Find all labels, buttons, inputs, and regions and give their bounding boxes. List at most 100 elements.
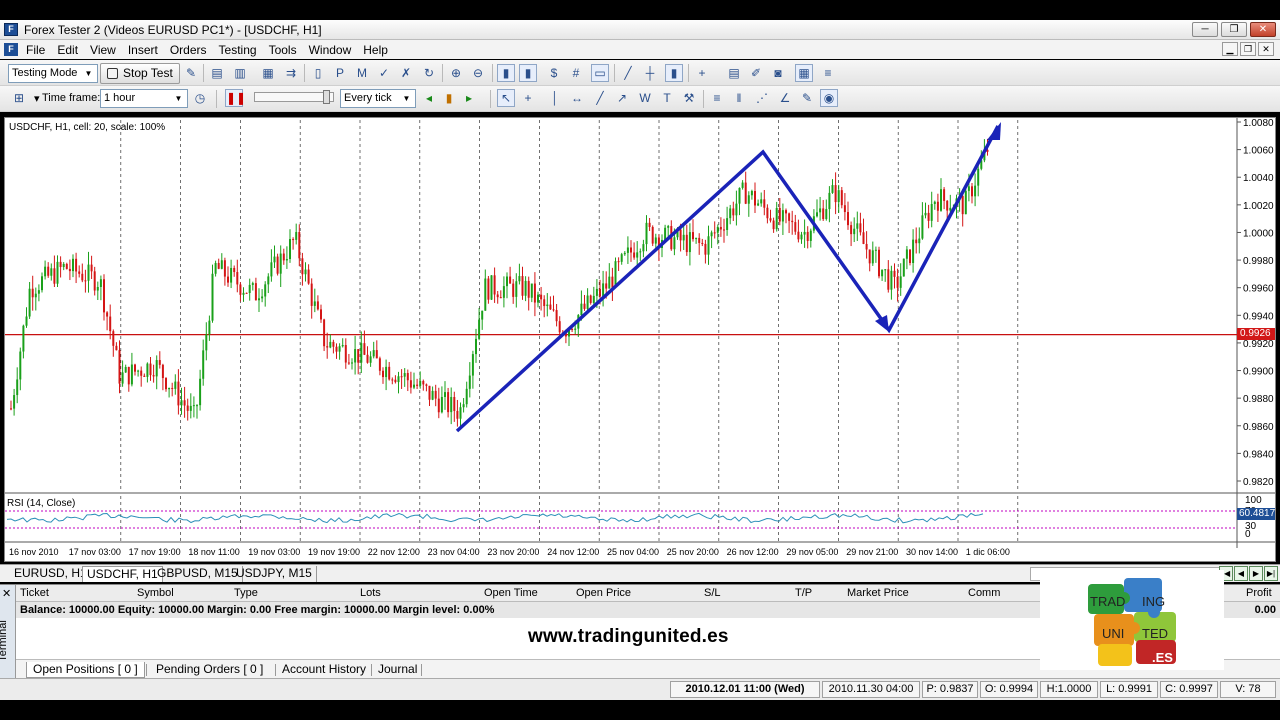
window-icon[interactable]: ▭ — [591, 64, 609, 82]
add-indicator-icon[interactable]: + — [693, 64, 711, 82]
line-chart-icon[interactable]: ╱ — [619, 64, 637, 82]
wave-icon[interactable]: W — [636, 89, 654, 107]
menu-file[interactable]: File — [26, 42, 51, 57]
column-type[interactable]: Type — [234, 587, 258, 599]
paste-icon[interactable]: ▥ — [231, 64, 249, 82]
check-icon[interactable]: ✓ — [375, 64, 393, 82]
chart-tab-eurusd-h1[interactable]: EURUSD, H1 — [10, 566, 92, 582]
candle-body — [75, 258, 78, 272]
zoom-out-icon[interactable]: ⊖ — [469, 64, 487, 82]
magnet-icon[interactable]: ◉ — [820, 89, 838, 107]
camera-icon[interactable]: ◙ — [769, 64, 787, 82]
open-folder-icon[interactable]: ▤ — [208, 64, 226, 82]
fibo-levels-icon[interactable]: ≡ — [708, 89, 726, 107]
grid-icon[interactable]: # — [567, 64, 585, 82]
refresh-icon[interactable]: ↻ — [420, 64, 438, 82]
menu-window[interactable]: Window — [309, 42, 358, 57]
data-center-icon[interactable]: ▦ — [259, 64, 277, 82]
export-icon[interactable]: ⇉ — [282, 64, 300, 82]
price-chart[interactable]: 1.0080 1.0060 1.0040 1.0020 1.0000 0.9980 0.99… — [5, 118, 1275, 561]
step-back-icon[interactable]: ◂ — [420, 89, 438, 107]
calculator-icon[interactable]: ▦ — [795, 64, 813, 82]
chart-tab-usdchf-h1[interactable]: USDCHF, H1 — [82, 566, 163, 582]
menu-insert[interactable]: Insert — [128, 42, 164, 57]
menu-orders[interactable]: Orders — [170, 42, 213, 57]
menu-testing[interactable]: Testing — [219, 42, 263, 57]
add-chart-icon[interactable]: ⊞ — [10, 89, 28, 107]
fibo-arc-icon[interactable]: ∠ — [776, 89, 794, 107]
stop-test-button[interactable]: Stop Test — [100, 63, 180, 84]
profile-icon[interactable]: P — [331, 64, 349, 82]
candlestick-icon[interactable]: ▮ — [665, 64, 683, 82]
tab-open-positions[interactable]: Open Positions [ 0 ] — [26, 662, 145, 678]
brush-icon[interactable]: ✐ — [747, 64, 765, 82]
mode-select[interactable]: Testing Mode ▼ — [8, 64, 98, 83]
fibo-fan-icon[interactable]: ⋰ — [753, 89, 771, 107]
mdi-close-button[interactable]: ✕ — [1258, 42, 1274, 56]
step-icon[interactable]: ▮ — [440, 89, 458, 107]
auto-scroll-icon[interactable]: ▮ — [519, 64, 537, 82]
templates-icon[interactable]: ▤ — [725, 64, 743, 82]
market-icon[interactable]: M — [353, 64, 371, 82]
cancel-icon[interactable]: ✗ — [397, 64, 415, 82]
horizontal-line-icon[interactable]: ↔ — [568, 89, 586, 107]
column-ticket[interactable]: Ticket — [20, 587, 49, 599]
candle-body — [465, 388, 468, 405]
column-symbol[interactable]: Symbol — [137, 587, 174, 599]
document-icon[interactable]: F — [4, 43, 18, 56]
column-lots[interactable]: Lots — [360, 587, 381, 599]
menu-help[interactable]: Help — [363, 42, 394, 57]
currency-icon[interactable]: $ — [545, 64, 563, 82]
column-profit[interactable]: Profit — [1246, 587, 1272, 599]
crosshair-icon[interactable]: + — [519, 89, 537, 107]
close-icon[interactable]: ✕ — [2, 587, 11, 600]
menu-tools[interactable]: Tools — [269, 42, 303, 57]
chart-tab-gbpusd-m15[interactable]: GBPUSD, M15 — [153, 566, 243, 582]
column-open-time[interactable]: Open Time — [484, 587, 538, 599]
trend-line-icon[interactable]: ╱ — [591, 89, 609, 107]
column-comm[interactable]: Comm — [968, 587, 1000, 599]
tick-mode-select[interactable]: Every tick ▼ — [340, 89, 416, 108]
mdi-minimize-button[interactable]: ▁ — [1222, 42, 1238, 56]
test-settings-icon[interactable]: ✎ — [182, 64, 200, 82]
pause-icon[interactable]: ❚❚ — [225, 89, 246, 107]
timeframe-value: 1 hour — [104, 92, 136, 104]
step-forward-icon[interactable]: ▸ — [460, 89, 478, 107]
column-tp[interactable]: T/P — [795, 587, 812, 599]
fibo-icon[interactable]: ⚒ — [680, 89, 698, 107]
tab-journal[interactable]: Journal — [372, 662, 423, 677]
scroll-right-icon[interactable]: ▶ — [1249, 566, 1263, 581]
minimize-button[interactable]: ─ — [1192, 22, 1218, 37]
menu-view[interactable]: View — [90, 42, 122, 57]
candle-body — [961, 195, 964, 215]
speed-slider[interactable] — [254, 90, 334, 104]
chevron-down-icon[interactable]: ▾ — [34, 92, 40, 105]
chart-tab-usdjpy-m15[interactable]: USDJPY, M15 — [232, 566, 317, 582]
column-open-price[interactable]: Open Price — [576, 587, 631, 599]
text-icon[interactable]: T — [658, 89, 676, 107]
cursor-icon[interactable]: ↖ — [497, 89, 515, 107]
menu-edit[interactable]: Edit — [57, 42, 84, 57]
news-icon[interactable]: ≡ — [819, 64, 837, 82]
ray-icon[interactable]: ↗ — [613, 89, 631, 107]
chart-window[interactable]: 1.0080 1.0060 1.0040 1.0020 1.0000 0.9980 0.99… — [4, 117, 1276, 562]
clock-icon[interactable]: ◷ — [191, 89, 209, 107]
tab-account-history[interactable]: Account History — [276, 662, 372, 677]
fibo-time-icon[interactable]: ‖ — [730, 89, 748, 107]
column-sl[interactable]: S/L — [704, 587, 721, 599]
timeframe-select[interactable]: 1 hour ▼ — [100, 89, 188, 108]
zoom-in-icon[interactable]: ⊕ — [447, 64, 465, 82]
speed-slider-handle[interactable] — [323, 90, 330, 104]
candle-chart-icon[interactable]: ▮ — [497, 64, 515, 82]
mdi-restore-button[interactable]: ❐ — [1240, 42, 1256, 56]
close-button[interactable]: ✕ — [1250, 22, 1276, 37]
vertical-line-icon[interactable]: │ — [546, 89, 564, 107]
scroll-left-icon[interactable]: ◀ — [1234, 566, 1248, 581]
column-market-price[interactable]: Market Price — [847, 587, 909, 599]
scroll-last-icon[interactable]: ▶| — [1264, 566, 1278, 581]
new-chart-icon[interactable]: ▯ — [309, 64, 327, 82]
pencil-icon[interactable]: ✎ — [798, 89, 816, 107]
tab-pending-orders[interactable]: Pending Orders [ 0 ] — [150, 662, 269, 677]
maximize-button[interactable]: ❐ — [1221, 22, 1247, 37]
bar-chart-icon[interactable]: ┼ — [641, 64, 659, 82]
